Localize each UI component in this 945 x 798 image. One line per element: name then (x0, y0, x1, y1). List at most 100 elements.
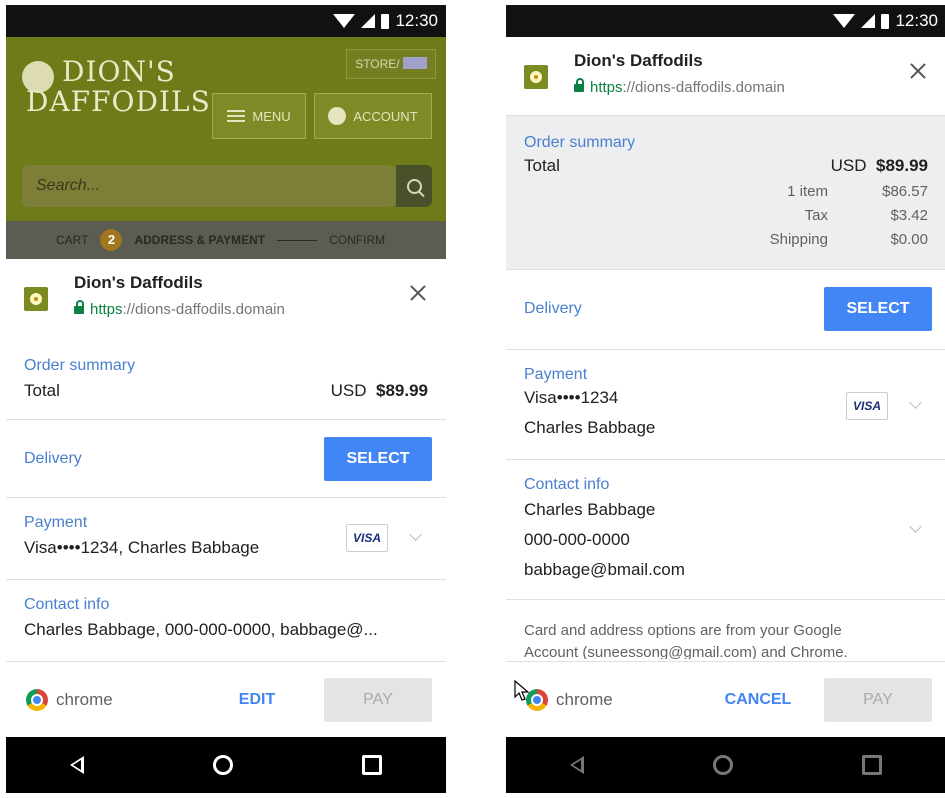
breakdown-label: 1 item (787, 183, 828, 200)
checkout-steps: CART 2 ADDRESS & PAYMENT CONFIRM (6, 221, 446, 259)
contact-phone: 000-000-0000 (524, 530, 630, 549)
total-value: $89.99 (876, 156, 928, 175)
visa-card-icon: VISA (346, 524, 388, 552)
android-nav-bar (506, 737, 945, 793)
total-row: Total USD $89.99 (24, 381, 428, 401)
contact-info-label: Contact info (524, 476, 610, 493)
chrome-logo-icon (526, 689, 548, 711)
close-icon[interactable] (906, 59, 930, 83)
payment-sheet: Dion's Daffodils https://dions-daffodils… (6, 259, 446, 737)
breakdown-row: 1 item $86.57 (524, 180, 928, 204)
cell-signal-icon (361, 14, 376, 28)
breakdown-value: $86.57 (882, 183, 928, 200)
cell-signal-icon (861, 14, 876, 28)
chrome-logo-icon (26, 689, 48, 711)
battery-icon (881, 13, 890, 29)
step-number: 2 (100, 229, 123, 251)
disclaimer-section: Card and address options are from your G… (506, 599, 945, 659)
payment-sheet-expanded: Dion's Daffodils https://dions-daffodils… (506, 37, 945, 737)
menu-icon (227, 110, 246, 122)
disclaimer-text: Card and address options are from your G… (524, 600, 928, 659)
chrome-label: chrome (56, 690, 113, 709)
contact-info-value: Charles Babbage, 000-000-0000, babbage@.… (24, 620, 378, 639)
delivery-label: Delivery (524, 300, 582, 317)
us-flag-icon (403, 57, 427, 69)
account-label: ACCOUNT (353, 108, 418, 124)
payment-label: Payment (524, 366, 588, 383)
step-address-payment: ADDRESS & PAYMENT (134, 233, 266, 247)
delivery-section[interactable]: Delivery SELECT (6, 419, 446, 497)
status-bar: 12:30 (506, 5, 945, 37)
url-host: ://dions-daffodils.domain (122, 301, 285, 318)
site-menu-button[interactable]: MENU (212, 93, 306, 139)
price-breakdown: 1 item $86.57 Tax $3.42 Shipping $0.00 (524, 180, 928, 252)
daffodil-logo-icon (22, 61, 54, 93)
home-icon[interactable] (712, 755, 733, 775)
lock-icon (574, 78, 584, 92)
merchant-site-background: DION'S DAFFODILS. STORE/ MENU ACCOUNT Se… (6, 37, 446, 259)
wifi-icon (833, 14, 856, 28)
select-delivery-button[interactable]: SELECT (824, 287, 932, 331)
delivery-section[interactable]: Delivery SELECT (506, 269, 945, 349)
contact-name: Charles Babbage (524, 500, 656, 519)
site-search-button[interactable] (396, 165, 432, 207)
breakdown-label: Shipping (769, 231, 828, 248)
contact-info-label: Contact info (24, 596, 110, 613)
chrome-label: chrome (556, 690, 613, 709)
disclaimer-line-1: Card and address options are from your G… (524, 622, 842, 639)
pay-button[interactable]: PAY (824, 678, 932, 722)
step-confirm: CONFIRM (329, 233, 386, 247)
back-icon[interactable] (570, 756, 585, 774)
recents-icon[interactable] (361, 755, 382, 775)
breakdown-label: Tax (804, 207, 828, 224)
edit-button[interactable]: EDIT (222, 678, 292, 722)
merchant-name: Dion's Daffodils (574, 51, 703, 70)
contact-info-section[interactable]: Contact info Charles Babbage, 000-000-00… (6, 579, 446, 659)
status-bar: 12:30 (6, 5, 446, 37)
battery-icon (381, 13, 390, 29)
recents-icon[interactable] (861, 755, 882, 775)
status-time: 12:30 (895, 11, 938, 30)
payment-cardholder: Charles Babbage (524, 418, 656, 437)
total-currency: USD (830, 156, 867, 175)
merchant-favicon-icon (524, 65, 548, 89)
back-icon[interactable] (70, 756, 85, 774)
home-icon[interactable] (212, 755, 233, 775)
lock-icon (74, 300, 84, 314)
close-icon[interactable] (406, 281, 430, 305)
pay-button[interactable]: PAY (324, 678, 432, 722)
order-summary-section[interactable]: Order summary Total USD $89.99 1 item $8… (506, 115, 945, 269)
step-cart: CART (56, 233, 89, 247)
total-label: Total (24, 381, 60, 400)
store-selector[interactable]: STORE/ (346, 49, 436, 79)
total-label: Total (524, 156, 560, 175)
contact-email: babbage@bmail.com (524, 560, 685, 579)
wifi-icon (333, 14, 356, 28)
total-amount: USD $89.99 (831, 156, 928, 176)
breakdown-row: Shipping $0.00 (524, 228, 928, 252)
menu-label: MENU (252, 108, 291, 124)
sheet-footer: chrome CANCEL PAY (506, 661, 945, 737)
order-summary-section[interactable]: Order summary Total USD $89.99 (6, 337, 446, 419)
cancel-button[interactable]: CANCEL (718, 678, 798, 722)
contact-info-section[interactable]: Contact info Charles Babbage 000-000-000… (506, 459, 945, 599)
payment-section[interactable]: Payment Visa••••1234, Charles Babbage VI… (6, 497, 446, 579)
merchant-url: https://dions-daffodils.domain (74, 300, 285, 318)
total-value: $89.99 (376, 381, 428, 400)
order-summary-label: Order summary (524, 134, 636, 151)
sheet-footer: chrome EDIT PAY (6, 661, 446, 737)
url-host: ://dions-daffodils.domain (622, 79, 785, 96)
url-scheme: https (590, 79, 623, 96)
total-amount: USD $89.99 (331, 381, 428, 401)
site-account-button[interactable]: ACCOUNT (314, 93, 432, 139)
select-delivery-button[interactable]: SELECT (324, 437, 432, 481)
sheet-header: Dion's Daffodils https://dions-daffodils… (6, 259, 446, 337)
breakdown-row: Tax $3.42 (524, 204, 928, 228)
store-label: STORE/ (355, 57, 400, 71)
payment-section[interactable]: Payment Visa••••1234 Charles Babbage VIS… (506, 349, 945, 459)
search-icon (406, 178, 422, 194)
merchant-url: https://dions-daffodils.domain (574, 78, 785, 96)
merchant-favicon-icon (24, 287, 48, 311)
site-search-input[interactable]: Search... (22, 165, 396, 207)
order-summary-label: Order summary (24, 357, 136, 374)
